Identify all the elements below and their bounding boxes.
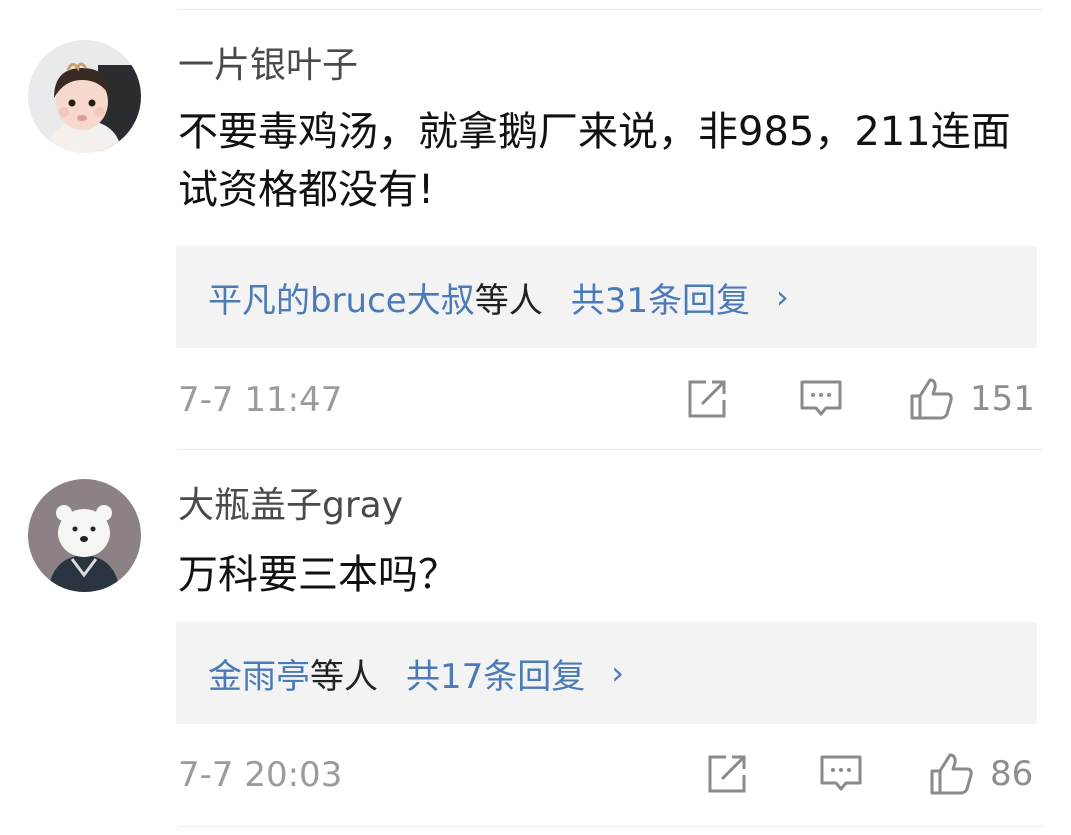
reply-users: 金雨亭等人 <box>208 656 378 697</box>
like-button[interactable]: 151 <box>908 376 1035 422</box>
chevron-right-icon: › <box>776 278 789 316</box>
user-avatar[interactable] <box>28 479 141 592</box>
thumbs-up-icon <box>910 378 953 420</box>
username[interactable]: 大瓶盖子gray <box>178 484 403 528</box>
reply-count: 共17条回复 <box>406 656 586 697</box>
comment-meta: 7-7 11:47 151 <box>178 376 1035 422</box>
comment-text: 不要毒鸡汤，就拿鹅厂来说，非985，211连面试资格都没有! <box>178 109 1011 213</box>
comment-divider <box>178 449 1043 450</box>
replies-summary-button[interactable]: 平凡的bruce大叔等人 共31条回复 › <box>176 246 1037 348</box>
toddler-avatar-icon <box>28 40 141 153</box>
user-avatar[interactable] <box>28 40 141 153</box>
timestamp: 7-7 20:03 <box>178 755 343 795</box>
reply-count: 共31条回复 <box>570 280 750 321</box>
share-icon[interactable] <box>684 376 730 422</box>
top-divider <box>178 9 1043 10</box>
share-icon[interactable] <box>704 751 750 797</box>
replies-summary-button[interactable]: 金雨亭等人 共17条回复 › <box>176 622 1037 724</box>
comment-text: 万科要三本吗？ <box>178 552 458 598</box>
username[interactable]: 一片银叶子 <box>178 44 358 88</box>
bottom-divider <box>178 826 1043 827</box>
like-count: 86 <box>990 754 1034 794</box>
thumbs-up-icon <box>930 753 973 795</box>
comment-meta: 7-7 20:03 86 <box>178 753 1034 797</box>
like-count: 151 <box>970 379 1035 419</box>
bear-avatar-icon <box>28 479 141 592</box>
chevron-right-icon: › <box>611 654 625 692</box>
timestamp: 7-7 11:47 <box>178 380 343 420</box>
like-button[interactable]: 86 <box>928 751 1033 797</box>
reply-users: 平凡的bruce大叔等人 <box>208 280 543 321</box>
comment-icon[interactable] <box>818 751 864 797</box>
comment-icon[interactable] <box>798 376 844 422</box>
